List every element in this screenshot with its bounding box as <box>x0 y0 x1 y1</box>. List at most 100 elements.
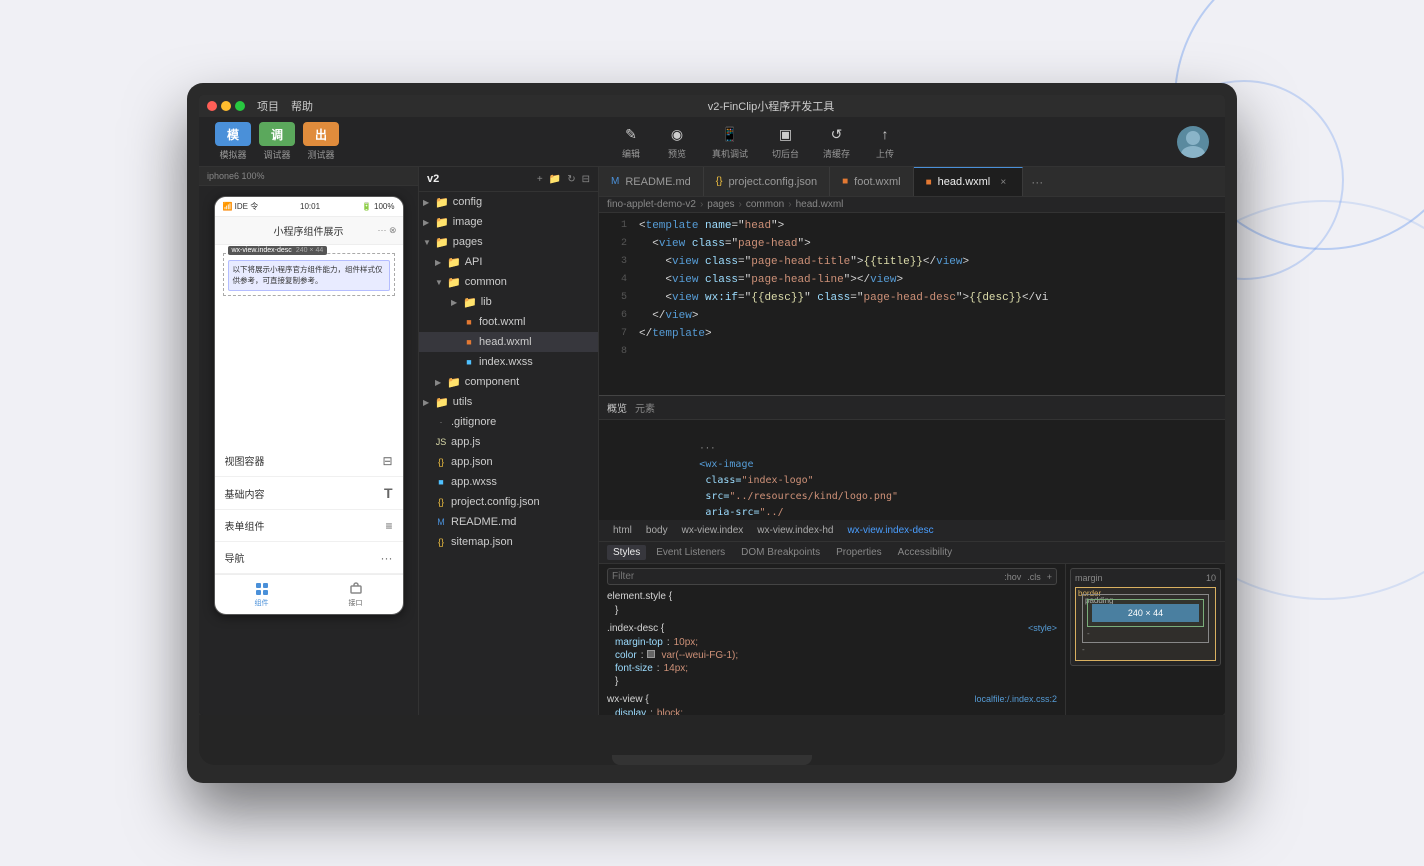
tree-item-label: README.md <box>451 516 516 528</box>
class-filter-btn[interactable]: .cls <box>1027 572 1041 582</box>
breadcrumb-part-2[interactable]: common <box>746 199 784 210</box>
clear-cache-action[interactable]: ↺ 清缓存 <box>823 123 850 160</box>
edit-action[interactable]: ✎ 编辑 <box>620 123 642 160</box>
folder-icon: 📁 <box>447 276 461 289</box>
tree-refresh-icon[interactable]: ↻ <box>567 174 575 185</box>
wxss-file-icon: ■ <box>463 357 475 367</box>
tab-close-icon[interactable]: × <box>996 175 1010 189</box>
minimize-window-button[interactable] <box>221 101 231 111</box>
window-controls <box>207 101 245 111</box>
rule-source-local[interactable]: localfile:/.index.css:2 <box>974 694 1057 705</box>
tab-dom-breakpoints[interactable]: DOM Breakpoints <box>735 545 826 560</box>
phone-section-3[interactable]: 导航 ··· <box>215 542 403 574</box>
phone-section-0[interactable]: 视图容器 ⊟ <box>215 445 403 477</box>
tree-item-common[interactable]: ▼ 📁 common <box>419 272 598 292</box>
real-machine-label: 真机调试 <box>712 147 748 160</box>
style-rule-wx-view: wx-view { localfile:/.index.css:2 displa… <box>607 694 1057 715</box>
menu-item-project[interactable]: 项目 <box>257 98 279 114</box>
wxml-tab-icon: ■ <box>926 177 932 188</box>
tree-item-index-wxss[interactable]: ▶ ■ index.wxss <box>419 352 598 372</box>
preview-action[interactable]: ◉ 预览 <box>666 123 688 160</box>
tree-item-component[interactable]: ▶ 📁 component <box>419 372 598 392</box>
elem-tag-wxview-index[interactable]: wx-view.index <box>676 524 750 537</box>
tree-item-lib[interactable]: ▶ 📁 lib <box>419 292 598 312</box>
tree-item-label: project.config.json <box>451 496 540 508</box>
tree-item-foot-wxml[interactable]: ▶ ■ foot.wxml <box>419 312 598 332</box>
elem-tag-body[interactable]: body <box>640 524 674 537</box>
elem-tag-wxview-hd[interactable]: wx-view.index-hd <box>751 524 839 537</box>
tab-event-listeners[interactable]: Event Listeners <box>650 545 731 560</box>
tree-item-sitemap[interactable]: ▶ {} sitemap.json <box>419 532 598 552</box>
margin-bottom-dash: - <box>1082 645 1085 654</box>
upload-action[interactable]: ↑ 上传 <box>874 123 896 160</box>
tab-elements[interactable]: 元素 <box>635 400 655 415</box>
style-rule-index-desc: .index-desc { <style> margin-top : 10px;… <box>607 623 1057 688</box>
code-line-3: 3 <view class="page-head-title">{{title}… <box>599 253 1225 271</box>
code-editor[interactable]: 1 <template name="head"> 2 <view class="… <box>599 213 1225 395</box>
simulate-button[interactable]: 模 模拟器 <box>215 122 251 161</box>
tab-more-button[interactable]: ··· <box>1023 175 1051 189</box>
padding-bottom-dash: - <box>1087 629 1090 638</box>
phone-section-2[interactable]: 表单组件 ≡ <box>215 510 403 542</box>
tree-item-label: common <box>465 276 507 288</box>
tab-styles[interactable]: Styles <box>607 545 646 560</box>
tree-collapse-icon[interactable]: ⊟ <box>582 174 590 185</box>
tree-item-head-wxml[interactable]: ▶ ■ head.wxml <box>419 332 598 352</box>
tree-item-utils[interactable]: ▶ 📁 utils <box>419 392 598 412</box>
tab-head-wxml[interactable]: ■ head.wxml × <box>914 167 1024 196</box>
tree-item-image[interactable]: ▶ 📁 image <box>419 212 598 232</box>
breadcrumb-part-0[interactable]: fino-applet-demo-v2 <box>607 199 696 210</box>
tree-item-api[interactable]: ▶ 📁 API <box>419 252 598 272</box>
tree-item-app-json[interactable]: ▶ {} app.json <box>419 452 598 472</box>
phone-nav-component[interactable]: 组件 <box>215 575 309 614</box>
elem-tag-wxview-desc[interactable]: wx-view.index-desc <box>841 524 939 537</box>
hover-filter-btn[interactable]: :hov <box>1004 572 1021 582</box>
tree-item-app-js[interactable]: ▶ JS app.js <box>419 432 598 452</box>
section-label-3: 导航 <box>225 550 245 565</box>
close-window-button[interactable] <box>207 101 217 111</box>
tree-item-label: .gitignore <box>451 416 496 428</box>
real-machine-action[interactable]: 📱 真机调试 <box>712 123 748 160</box>
tree-item-gitignore[interactable]: ▶ · .gitignore <box>419 412 598 432</box>
maximize-window-button[interactable] <box>235 101 245 111</box>
add-filter-btn[interactable]: + <box>1047 572 1052 582</box>
phone-section-1[interactable]: 基础内容 T <box>215 477 403 510</box>
tab-properties[interactable]: Properties <box>830 545 888 560</box>
tab-readme-label: README.md <box>625 176 690 188</box>
elem-tag-html[interactable]: html <box>607 524 638 537</box>
wx-image-tag: wx-image <box>705 459 753 470</box>
color-swatch <box>647 650 655 658</box>
tree-item-app-wxss[interactable]: ▶ ■ app.wxss <box>419 472 598 492</box>
chevron-right-icon: ▶ <box>423 218 433 227</box>
tree-item-pages[interactable]: ▼ 📁 pages <box>419 232 598 252</box>
box-outer: border padding 240 × 44 <box>1075 587 1216 661</box>
tree-item-label: API <box>465 256 483 268</box>
breadcrumb-part-1[interactable]: pages <box>707 199 734 210</box>
tab-readme[interactable]: M README.md <box>599 167 704 196</box>
tree-item-label: app.wxss <box>451 476 497 488</box>
json-file-icon: {} <box>435 497 447 507</box>
style-filter-input[interactable] <box>612 571 998 582</box>
cut-backend-action[interactable]: ▣ 切后台 <box>772 123 799 160</box>
breadcrumb: fino-applet-demo-v2 › pages › common › h… <box>599 197 1225 213</box>
tab-foot-wxml[interactable]: ■ foot.wxml <box>830 167 914 196</box>
user-avatar[interactable] <box>1177 126 1209 158</box>
tree-item-readme[interactable]: ▶ M README.md <box>419 512 598 532</box>
phone-nav-api[interactable]: 接口 <box>309 575 403 614</box>
phone-status-bar: 📶 IDE 令 10:01 🔋 100% <box>215 197 403 217</box>
api-nav-label: 接口 <box>349 598 363 608</box>
debug-button[interactable]: 调 调试器 <box>259 122 295 161</box>
tree-new-file-icon[interactable]: + <box>537 174 543 185</box>
tree-item-config[interactable]: ▶ 📁 config <box>419 192 598 212</box>
tab-accessibility[interactable]: Accessibility <box>892 545 958 560</box>
real-machine-icon: 📱 <box>719 123 741 145</box>
tab-project-config[interactable]: {} project.config.json <box>704 167 830 196</box>
tab-overview[interactable]: 概览 <box>607 400 627 415</box>
tree-item-project-config[interactable]: ▶ {} project.config.json <box>419 492 598 512</box>
tree-new-folder-icon[interactable]: 📁 <box>549 174 561 185</box>
test-button[interactable]: 出 测试器 <box>303 122 339 161</box>
html-tree-panel: ··· <wx-image class="index-logo" src="..… <box>599 420 1225 520</box>
style-prop-close: } <box>607 675 1057 688</box>
menu-item-help[interactable]: 帮助 <box>291 98 313 114</box>
breadcrumb-part-3[interactable]: head.wxml <box>796 199 844 210</box>
